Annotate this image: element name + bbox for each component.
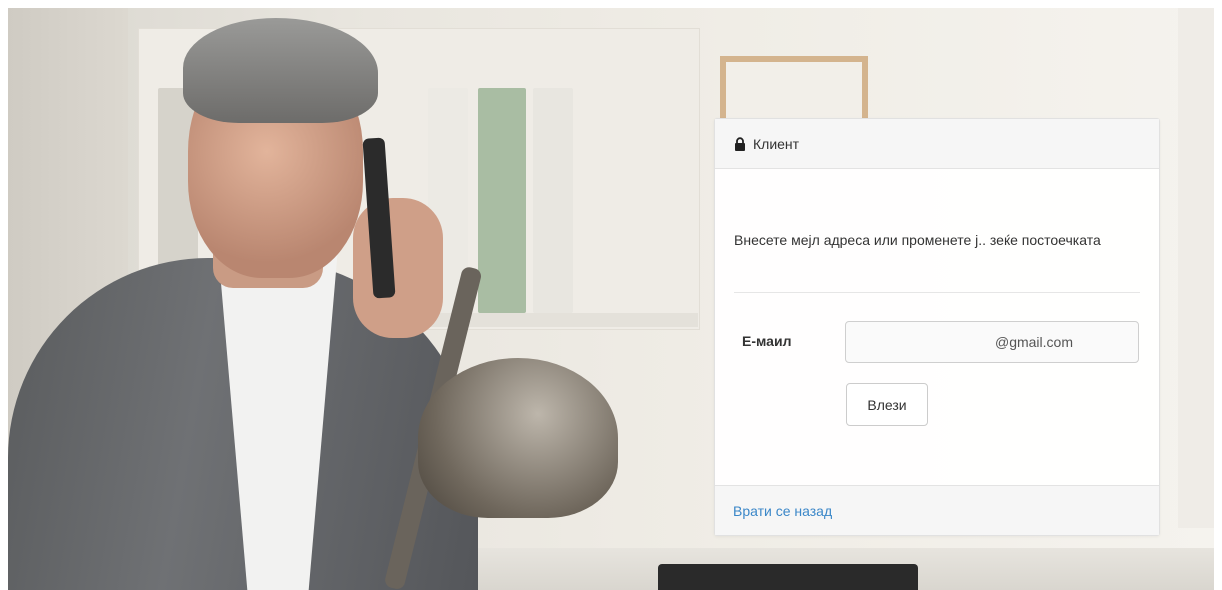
person-hair [183,18,378,123]
divider [734,292,1140,293]
panel-footer: Врати се назад [715,485,1159,535]
binder [478,88,526,313]
panel-header: Клиент [715,119,1159,169]
window [1178,8,1214,528]
instructions-text: Внесете мејл адреса или променете ј.. зе… [734,232,1101,248]
email-input[interactable] [845,321,1139,363]
person-hand [353,198,443,338]
login-button[interactable]: Влези [846,383,928,426]
back-link[interactable]: Врати се назад [733,503,832,519]
lock-icon [735,136,745,151]
login-panel: Клиент Внесете мејл адреса или променете… [714,118,1160,536]
panel-title: Клиент [753,135,800,152]
desk-lamp [418,358,618,518]
notebook [658,564,918,590]
email-label: Е-маил [742,333,792,349]
binder [533,88,573,313]
